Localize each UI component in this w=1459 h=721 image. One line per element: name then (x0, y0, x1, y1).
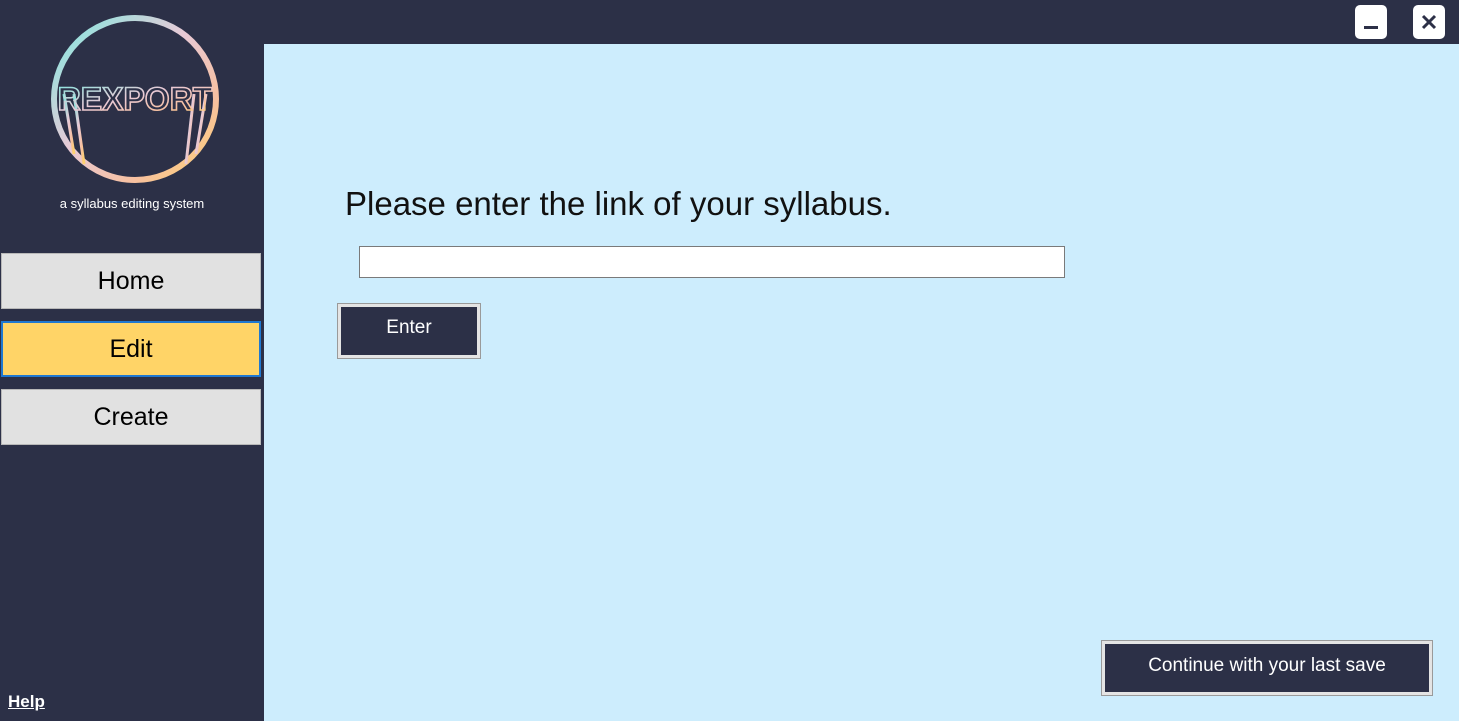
close-button[interactable] (1413, 5, 1445, 39)
sidebar-item-create[interactable]: Create (1, 389, 261, 445)
continue-button-label: Continue with your last save (1148, 655, 1386, 676)
rexport-logo: REXPORT (44, 14, 226, 184)
logo-text: REXPORT (58, 81, 213, 117)
sidebar-item-label: Home (97, 266, 165, 295)
continue-last-save-button[interactable]: Continue with your last save (1101, 640, 1433, 696)
enter-button-label: Enter (386, 317, 432, 338)
minimize-icon (1364, 26, 1378, 29)
sidebar-item-edit[interactable]: Edit (1, 321, 261, 377)
sidebar: REXPORT a syllabus editing system Home E… (0, 0, 264, 721)
syllabus-link-input[interactable] (359, 246, 1065, 278)
enter-button[interactable]: Enter (337, 303, 481, 359)
tagline: a syllabus editing system (59, 196, 205, 211)
sidebar-item-home[interactable]: Home (1, 253, 261, 309)
close-icon (1421, 14, 1437, 30)
main-panel: Please enter the link of your syllabus. … (264, 44, 1459, 721)
sidebar-item-label: Create (93, 402, 169, 431)
page-prompt: Please enter the link of your syllabus. (345, 185, 892, 222)
sidebar-item-label: Edit (109, 334, 153, 363)
help-link[interactable]: Help (8, 692, 45, 712)
minimize-button[interactable] (1355, 5, 1387, 39)
